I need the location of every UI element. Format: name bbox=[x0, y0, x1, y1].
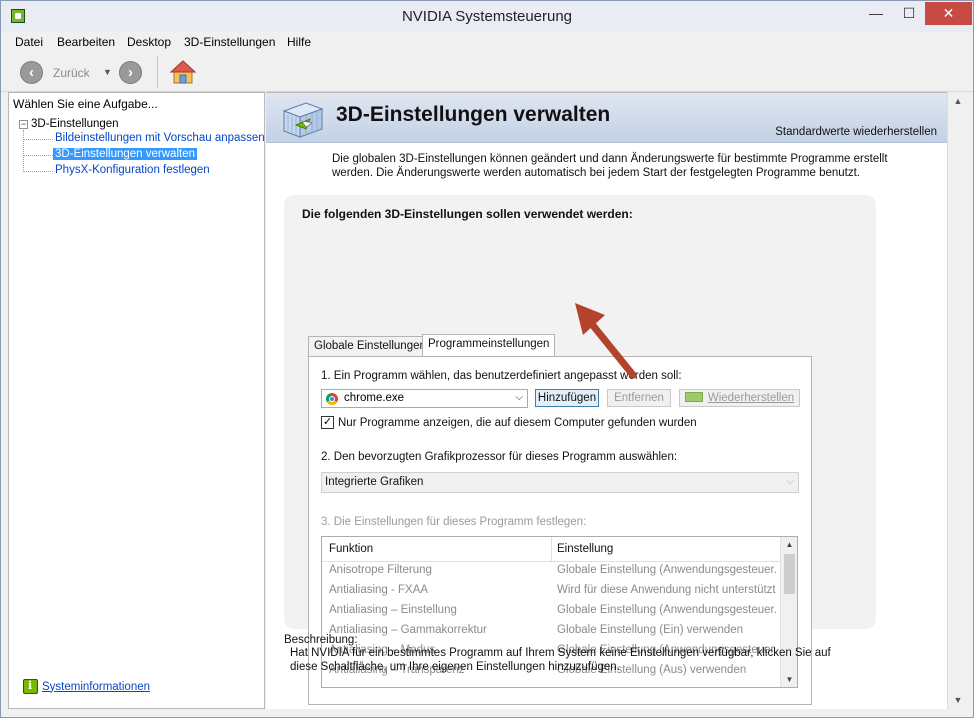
menu-3d-einstellungen[interactable]: 3D-Einstellungen bbox=[184, 35, 275, 49]
chrome-icon bbox=[326, 393, 338, 405]
app-window: NVIDIA Systemsteuerung — ☐ ✕ Datei Bearb… bbox=[0, 0, 974, 718]
scroll-thumb[interactable] bbox=[784, 554, 795, 594]
system-info-link[interactable]: Systeminformationen bbox=[23, 679, 150, 694]
program-select-value: chrome.exe bbox=[344, 392, 405, 404]
column-divider[interactable] bbox=[551, 537, 552, 562]
row-function: Antialiasing – Gammakorrektur bbox=[329, 624, 487, 636]
page-banner: 3D-Einstellungen verwalten Standardwerte… bbox=[266, 93, 947, 143]
row-function: Anisotrope Filterung bbox=[329, 564, 432, 576]
scroll-up-icon[interactable]: ▲ bbox=[948, 92, 968, 110]
tree-root-label[interactable]: 3D-Einstellungen bbox=[31, 118, 119, 130]
tree-connector bbox=[23, 130, 24, 172]
row-setting: Globale Einstellung (Anwendungsgesteuer.… bbox=[557, 564, 777, 576]
restore-program-label: Wiederherstellen bbox=[707, 392, 795, 404]
toolbar-separator bbox=[157, 56, 158, 88]
minimize-button[interactable]: — bbox=[861, 2, 891, 25]
back-label[interactable]: Zurück bbox=[53, 66, 90, 80]
tree-connector bbox=[24, 171, 53, 172]
chevron-down-icon: ⌵ bbox=[515, 392, 523, 403]
table-row[interactable]: Antialiasing – Gammakorrektur Globale Ei… bbox=[322, 621, 780, 641]
tab-programmeinstellungen[interactable]: Programmeinstellungen bbox=[422, 334, 556, 356]
column-header-funktion[interactable]: Funktion bbox=[329, 543, 373, 555]
maximize-button[interactable]: ☐ bbox=[894, 2, 924, 25]
step2-label: 2. Den bevorzugten Grafikprozessor für d… bbox=[321, 451, 678, 463]
restore-defaults-link[interactable]: Standardwerte wiederherstellen bbox=[775, 126, 937, 138]
home-icon[interactable] bbox=[169, 59, 197, 85]
menu-desktop[interactable]: Desktop bbox=[127, 35, 171, 49]
tab-globale-einstellungen[interactable]: Globale Einstellungen bbox=[308, 336, 432, 356]
page-title: 3D-Einstellungen verwalten bbox=[336, 103, 611, 126]
restore-program-button[interactable]: Wiederherstellen bbox=[679, 389, 800, 407]
table-row[interactable]: Antialiasing – Einstellung Globale Einst… bbox=[322, 601, 780, 621]
gpu-select[interactable]: Integrierte Grafiken ⌵ bbox=[321, 472, 799, 493]
toolbar: ‹ Zurück ▼ › bbox=[1, 52, 973, 92]
scroll-down-icon[interactable]: ▼ bbox=[781, 672, 797, 687]
step3-label: 3. Die Einstellungen für dieses Programm… bbox=[321, 516, 587, 528]
forward-arrow-icon[interactable]: › bbox=[119, 61, 142, 84]
close-button[interactable]: ✕ bbox=[925, 2, 972, 25]
tree-connector bbox=[24, 155, 53, 156]
program-select[interactable]: chrome.exe ⌵ bbox=[321, 389, 528, 408]
menu-bearbeiten[interactable]: Bearbeiten bbox=[57, 35, 115, 49]
row-setting: Wird für diese Anwendung nicht unterstüt… bbox=[557, 584, 776, 596]
menu-bar: Datei Bearbeiten Desktop 3D-Einstellunge… bbox=[1, 32, 973, 52]
nvidia-logo-icon bbox=[684, 392, 703, 402]
grid-header: Funktion Einstellung bbox=[322, 537, 780, 562]
content-pane: 3D-Einstellungen verwalten Standardwerte… bbox=[266, 92, 947, 709]
window-title: NVIDIA Systemsteuerung bbox=[401, 8, 573, 25]
tree-root[interactable]: − 3D-Einstellungen bbox=[19, 118, 119, 130]
description-text: Hat NVIDIA für ein bestimmtes Programm a… bbox=[290, 647, 831, 673]
row-setting: Globale Einstellung (Anwendungsgesteuer.… bbox=[557, 604, 777, 616]
task-pane: Wählen Sie eine Aufgabe... − 3D-Einstell… bbox=[8, 92, 265, 709]
intro-text: Die globalen 3D-Einstellungen können geä… bbox=[332, 153, 888, 179]
scroll-down-icon[interactable]: ▼ bbox=[948, 691, 968, 709]
annotation-arrow-icon bbox=[575, 303, 637, 379]
chevron-down-icon: ⌵ bbox=[786, 476, 794, 487]
panel-heading: Die folgenden 3D-Einstellungen sollen ve… bbox=[302, 207, 633, 221]
row-function: Antialiasing – Einstellung bbox=[329, 604, 457, 616]
table-row[interactable]: Antialiasing - FXAA Wird für diese Anwen… bbox=[322, 581, 780, 601]
show-found-programs-option[interactable]: ✓ Nur Programme anzeigen, die auf diesem… bbox=[321, 416, 697, 429]
show-found-programs-checkbox[interactable]: ✓ bbox=[321, 416, 334, 429]
description-label: Beschreibung: bbox=[284, 634, 358, 646]
tree-item-bildeinstellungen[interactable]: Bildeinstellungen mit Vorschau anpassen bbox=[53, 132, 267, 144]
menu-datei[interactable]: Datei bbox=[15, 35, 43, 49]
collapse-toggle-icon[interactable]: − bbox=[19, 119, 28, 129]
history-dropdown-icon[interactable]: ▼ bbox=[103, 67, 112, 77]
settings-panel: Die folgenden 3D-Einstellungen sollen ve… bbox=[284, 195, 876, 705]
content-scrollbar[interactable]: ▲ ▼ bbox=[947, 92, 967, 709]
tree-connector bbox=[24, 139, 53, 140]
scroll-up-icon[interactable]: ▲ bbox=[781, 537, 797, 552]
task-pane-header: Wählen Sie eine Aufgabe... bbox=[13, 97, 158, 111]
system-info-label[interactable]: Systeminformationen bbox=[42, 681, 150, 693]
column-header-einstellung[interactable]: Einstellung bbox=[557, 543, 613, 555]
show-found-programs-label[interactable]: Nur Programme anzeigen, die auf diesem C… bbox=[338, 417, 697, 429]
tree-item-physx[interactable]: PhysX-Konfiguration festlegen bbox=[53, 164, 212, 176]
row-setting: Globale Einstellung (Ein) verwenden bbox=[557, 624, 744, 636]
info-icon bbox=[23, 679, 38, 694]
row-function: Antialiasing - FXAA bbox=[329, 584, 429, 596]
gpu-select-value: Integrierte Grafiken bbox=[325, 476, 424, 488]
remove-program-button[interactable]: Entfernen bbox=[607, 389, 671, 407]
title-bar: NVIDIA Systemsteuerung — ☐ ✕ bbox=[1, 1, 973, 32]
3d-settings-icon bbox=[282, 102, 324, 138]
tree-item-3d-einstellungen-verwalten[interactable]: 3D-Einstellungen verwalten bbox=[53, 148, 197, 160]
table-row[interactable]: Anisotrope Filterung Globale Einstellung… bbox=[322, 561, 780, 581]
menu-hilfe[interactable]: Hilfe bbox=[287, 35, 311, 49]
back-arrow-icon[interactable]: ‹ bbox=[20, 61, 43, 84]
add-program-button[interactable]: Hinzufügen bbox=[535, 389, 599, 407]
